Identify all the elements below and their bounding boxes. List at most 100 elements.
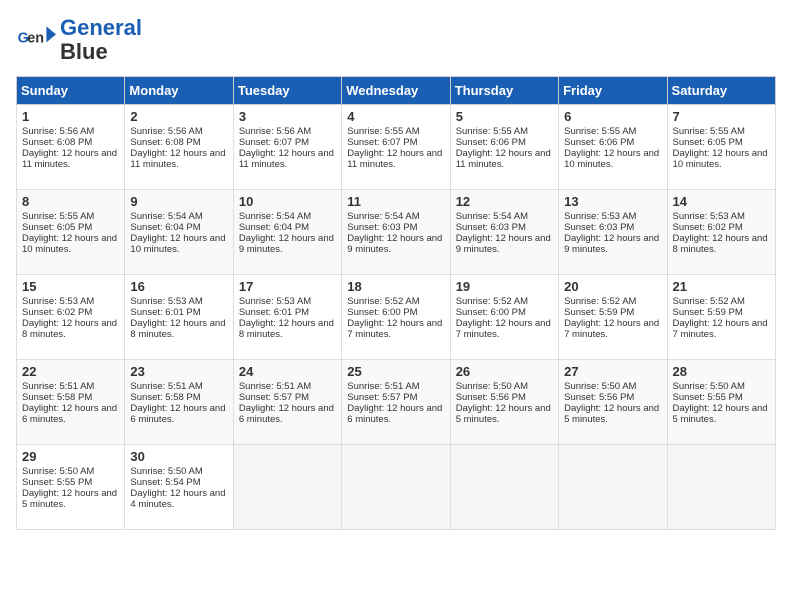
sunset-text: Sunset: 6:04 PM <box>239 222 309 233</box>
daylight-text: Daylight: 12 hours and 5 minutes. <box>673 403 768 425</box>
day-number: 11 <box>347 194 444 209</box>
sunset-text: Sunset: 5:55 PM <box>22 477 92 488</box>
day-number: 1 <box>22 109 119 124</box>
sunrise-text: Sunrise: 5:52 AM <box>673 296 745 307</box>
calendar-cell: 27Sunrise: 5:50 AMSunset: 5:56 PMDayligh… <box>559 360 667 445</box>
sunrise-text: Sunrise: 5:54 AM <box>456 211 528 222</box>
sunrise-text: Sunrise: 5:55 AM <box>673 126 745 137</box>
day-number: 23 <box>130 364 227 379</box>
daylight-text: Daylight: 12 hours and 10 minutes. <box>564 148 659 170</box>
column-header-friday: Friday <box>559 77 667 105</box>
day-number: 9 <box>130 194 227 209</box>
daylight-text: Daylight: 12 hours and 4 minutes. <box>130 488 225 510</box>
sunset-text: Sunset: 6:07 PM <box>347 137 417 148</box>
day-number: 15 <box>22 279 119 294</box>
sunrise-text: Sunrise: 5:50 AM <box>130 466 202 477</box>
calendar-cell: 25Sunrise: 5:51 AMSunset: 5:57 PMDayligh… <box>342 360 450 445</box>
sunset-text: Sunset: 5:57 PM <box>347 392 417 403</box>
calendar-cell: 21Sunrise: 5:52 AMSunset: 5:59 PMDayligh… <box>667 275 775 360</box>
sunrise-text: Sunrise: 5:53 AM <box>239 296 311 307</box>
calendar-week-row: 29Sunrise: 5:50 AMSunset: 5:55 PMDayligh… <box>17 445 776 530</box>
sunset-text: Sunset: 5:58 PM <box>130 392 200 403</box>
sunset-text: Sunset: 6:08 PM <box>130 137 200 148</box>
daylight-text: Daylight: 12 hours and 11 minutes. <box>239 148 334 170</box>
day-number: 7 <box>673 109 770 124</box>
day-number: 22 <box>22 364 119 379</box>
sunset-text: Sunset: 6:04 PM <box>130 222 200 233</box>
daylight-text: Daylight: 12 hours and 7 minutes. <box>347 318 442 340</box>
calendar-cell: 10Sunrise: 5:54 AMSunset: 6:04 PMDayligh… <box>233 190 341 275</box>
sunset-text: Sunset: 6:01 PM <box>130 307 200 318</box>
daylight-text: Daylight: 12 hours and 11 minutes. <box>22 148 117 170</box>
sunrise-text: Sunrise: 5:52 AM <box>456 296 528 307</box>
daylight-text: Daylight: 12 hours and 9 minutes. <box>564 233 659 255</box>
sunset-text: Sunset: 6:06 PM <box>564 137 634 148</box>
sunrise-text: Sunrise: 5:51 AM <box>22 381 94 392</box>
day-number: 8 <box>22 194 119 209</box>
daylight-text: Daylight: 12 hours and 5 minutes. <box>456 403 551 425</box>
day-number: 24 <box>239 364 336 379</box>
day-number: 3 <box>239 109 336 124</box>
daylight-text: Daylight: 12 hours and 8 minutes. <box>239 318 334 340</box>
sunset-text: Sunset: 5:54 PM <box>130 477 200 488</box>
day-number: 4 <box>347 109 444 124</box>
calendar-cell <box>667 445 775 530</box>
sunrise-text: Sunrise: 5:55 AM <box>22 211 94 222</box>
day-number: 27 <box>564 364 661 379</box>
day-number: 21 <box>673 279 770 294</box>
sunrise-text: Sunrise: 5:53 AM <box>130 296 202 307</box>
svg-text:e: e <box>27 31 35 47</box>
sunrise-text: Sunrise: 5:50 AM <box>673 381 745 392</box>
column-header-saturday: Saturday <box>667 77 775 105</box>
daylight-text: Daylight: 12 hours and 6 minutes. <box>347 403 442 425</box>
sunset-text: Sunset: 6:03 PM <box>456 222 526 233</box>
sunrise-text: Sunrise: 5:56 AM <box>239 126 311 137</box>
column-header-thursday: Thursday <box>450 77 558 105</box>
calendar-cell: 8Sunrise: 5:55 AMSunset: 6:05 PMDaylight… <box>17 190 125 275</box>
sunrise-text: Sunrise: 5:56 AM <box>22 126 94 137</box>
calendar-week-row: 8Sunrise: 5:55 AMSunset: 6:05 PMDaylight… <box>17 190 776 275</box>
sunrise-text: Sunrise: 5:53 AM <box>22 296 94 307</box>
calendar-cell: 4Sunrise: 5:55 AMSunset: 6:07 PMDaylight… <box>342 105 450 190</box>
calendar-cell: 30Sunrise: 5:50 AMSunset: 5:54 PMDayligh… <box>125 445 233 530</box>
calendar-cell: 9Sunrise: 5:54 AMSunset: 6:04 PMDaylight… <box>125 190 233 275</box>
sunrise-text: Sunrise: 5:53 AM <box>564 211 636 222</box>
column-header-sunday: Sunday <box>17 77 125 105</box>
day-number: 19 <box>456 279 553 294</box>
calendar-cell: 17Sunrise: 5:53 AMSunset: 6:01 PMDayligh… <box>233 275 341 360</box>
day-number: 25 <box>347 364 444 379</box>
daylight-text: Daylight: 12 hours and 6 minutes. <box>130 403 225 425</box>
daylight-text: Daylight: 12 hours and 9 minutes. <box>347 233 442 255</box>
daylight-text: Daylight: 12 hours and 10 minutes. <box>673 148 768 170</box>
sunrise-text: Sunrise: 5:54 AM <box>130 211 202 222</box>
sunset-text: Sunset: 6:08 PM <box>22 137 92 148</box>
svg-text:n: n <box>35 31 44 47</box>
sunrise-text: Sunrise: 5:50 AM <box>22 466 94 477</box>
sunrise-text: Sunrise: 5:52 AM <box>347 296 419 307</box>
day-number: 12 <box>456 194 553 209</box>
calendar-cell: 3 Sunrise: 5:56 AMSunset: 6:07 PMDaylight… <box>233 105 341 190</box>
calendar-week-row: 22Sunrise: 5:51 AMSunset: 5:58 PMDayligh… <box>17 360 776 445</box>
calendar-header-row: SundayMondayTuesdayWednesdayThursdayFrid… <box>17 77 776 105</box>
day-number: 5 <box>456 109 553 124</box>
calendar-cell: 29Sunrise: 5:50 AMSunset: 5:55 PMDayligh… <box>17 445 125 530</box>
sunrise-text: Sunrise: 5:54 AM <box>239 211 311 222</box>
sunrise-text: Sunrise: 5:53 AM <box>673 211 745 222</box>
sunset-text: Sunset: 6:02 PM <box>673 222 743 233</box>
calendar-cell: 12Sunrise: 5:54 AMSunset: 6:03 PMDayligh… <box>450 190 558 275</box>
calendar-cell: 2Sunrise: 5:56 AMSunset: 6:08 PMDaylight… <box>125 105 233 190</box>
sunset-text: Sunset: 5:56 PM <box>456 392 526 403</box>
daylight-text: Daylight: 12 hours and 6 minutes. <box>239 403 334 425</box>
calendar-cell: 16Sunrise: 5:53 AMSunset: 6:01 PMDayligh… <box>125 275 233 360</box>
day-number: 28 <box>673 364 770 379</box>
daylight-text: Daylight: 12 hours and 11 minutes. <box>347 148 442 170</box>
sunset-text: Sunset: 5:58 PM <box>22 392 92 403</box>
daylight-text: Daylight: 12 hours and 11 minutes. <box>130 148 225 170</box>
sunrise-text: Sunrise: 5:55 AM <box>564 126 636 137</box>
calendar-cell: 6Sunrise: 5:55 AMSunset: 6:06 PMDaylight… <box>559 105 667 190</box>
calendar-cell: 15Sunrise: 5:53 AMSunset: 6:02 PMDayligh… <box>17 275 125 360</box>
sunset-text: Sunset: 6:07 PM <box>239 137 309 148</box>
daylight-text: Daylight: 12 hours and 11 minutes. <box>456 148 551 170</box>
calendar-cell: 28Sunrise: 5:50 AMSunset: 5:55 PMDayligh… <box>667 360 775 445</box>
daylight-text: Daylight: 12 hours and 10 minutes. <box>22 233 117 255</box>
